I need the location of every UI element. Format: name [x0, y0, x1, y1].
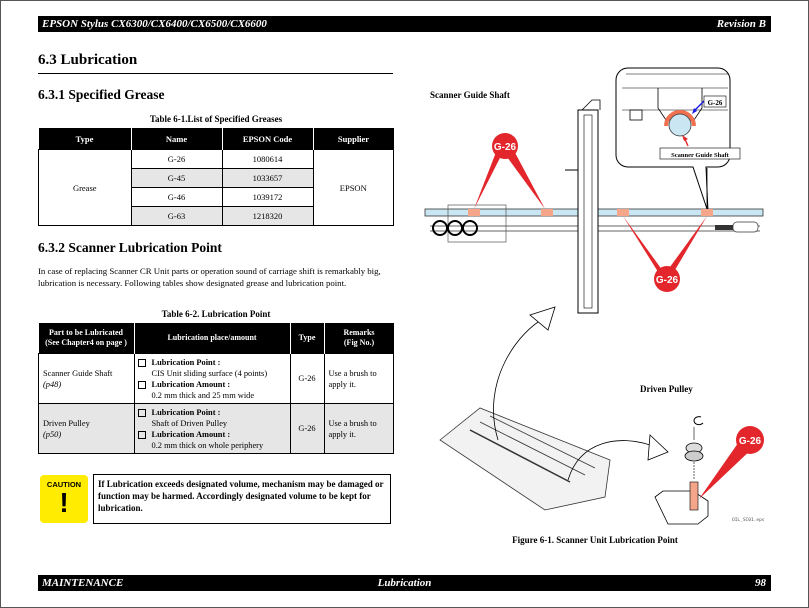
callout-label: G-26: [494, 142, 517, 153]
detail-grease-label: G-26: [708, 99, 723, 107]
footer-section: Lubrication: [377, 577, 432, 589]
figure-caption: Figure 6-1. Scanner Unit Lubrication Poi…: [512, 535, 678, 545]
lubrication-figure: G-26 G-26 G-26 G-26 Scanner Guide Shaft: [424, 67, 764, 525]
callout-label: G-26: [656, 275, 679, 286]
scanner-unit-drawing: [439, 306, 669, 511]
footer-page-number: 98: [755, 577, 766, 589]
callout-label: G-26: [739, 436, 762, 447]
driven-pulley-drawing: [654, 416, 709, 525]
figure-filename: OIL_SC01.eps: [732, 518, 765, 523]
page-footer: MAINTENANCE Lubrication 98: [38, 575, 771, 591]
detail-bubble: [615, 67, 741, 213]
detail-shaft-label: Scanner Guide Shaft: [671, 152, 730, 159]
